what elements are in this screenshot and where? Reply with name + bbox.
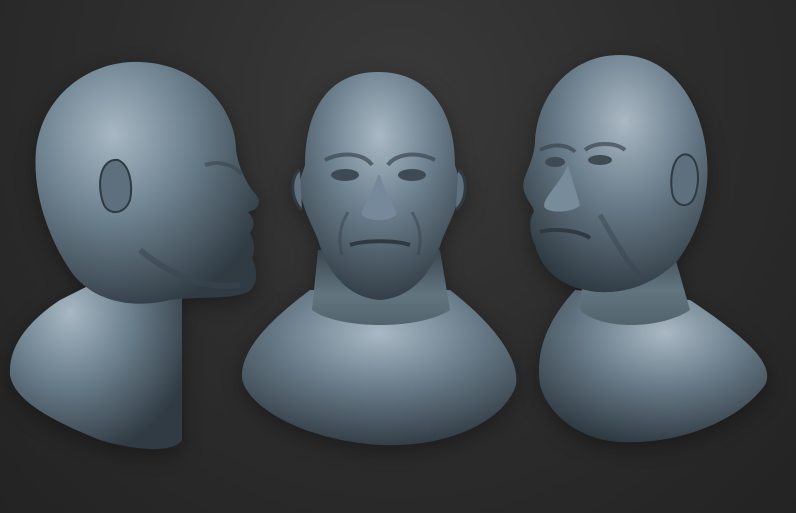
sculpt-viewport	[0, 0, 796, 513]
front-ear-left	[291, 168, 304, 212]
bust-three-quarter	[523, 55, 768, 443]
sculpt-canvas	[9, 55, 768, 449]
tq-ear	[670, 153, 699, 207]
left-head	[35, 61, 260, 304]
tq-eye-right	[588, 155, 612, 165]
bust-left-profile	[9, 61, 260, 449]
left-ear	[99, 158, 133, 213]
bust-front	[241, 72, 517, 446]
front-eye-right	[398, 169, 426, 181]
tq-eye-left	[545, 157, 565, 167]
front-eye-left	[331, 169, 359, 181]
